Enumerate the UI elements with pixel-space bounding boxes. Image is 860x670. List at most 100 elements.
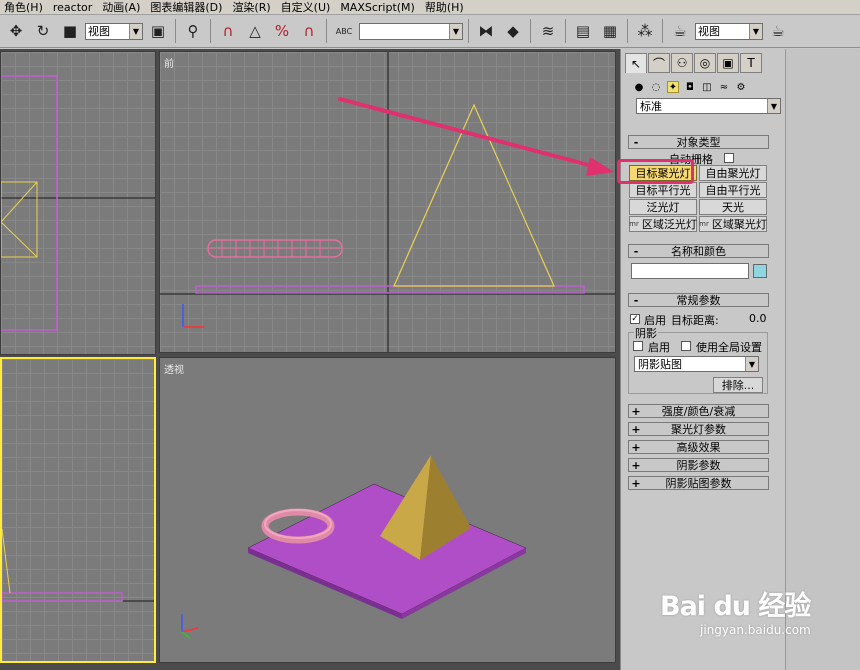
- edit-named-selection-icon[interactable]: ABC: [332, 18, 356, 44]
- rollout-spotlight-params[interactable]: + 聚光灯参数: [628, 422, 769, 436]
- chevron-down-icon: ▼: [749, 23, 762, 39]
- rotate-icon[interactable]: ↻: [31, 18, 55, 44]
- mr-badge: mr: [699, 220, 709, 228]
- render-type-select[interactable]: 视图 ▼: [695, 22, 763, 40]
- rollout-collapse-icon: -: [633, 244, 639, 258]
- rollout-collapse-icon: -: [633, 293, 639, 307]
- rollout-collapse-icon: -: [633, 135, 639, 149]
- baidu-logo: Bai du 经验: [660, 591, 811, 622]
- menu-item-character[interactable]: 角色(H): [0, 0, 49, 15]
- annotation-arrow: [338, 97, 614, 176]
- chevron-down-icon: ▼: [767, 99, 780, 113]
- mr-badge: mr: [629, 220, 639, 228]
- systems-icon[interactable]: ⚙: [735, 81, 747, 93]
- curve-editor-icon[interactable]: ▤: [571, 18, 595, 44]
- rollout-title: 常规参数: [676, 294, 721, 307]
- command-panel: ↖ ⌒ ⚇ ◎ ▣ T ● ◌ ✦ ◘ ◫ ≈ ⚙ 标准 ▼ - 对象类型 自动栅…: [620, 49, 785, 670]
- snap-3d-icon[interactable]: ∩: [216, 18, 240, 44]
- rollout-expand-icon: +: [631, 458, 641, 472]
- viewport-left-scene: [2, 528, 154, 602]
- rollout-shadow-map-params[interactable]: + 阴影贴图参数: [628, 476, 769, 490]
- pivot-icon[interactable]: ▣: [146, 18, 170, 44]
- schematic-view-icon[interactable]: ▦: [598, 18, 622, 44]
- panel-scroll-strip[interactable]: [785, 49, 860, 670]
- render-type-value: 视图: [698, 25, 720, 38]
- spinner-snap-icon[interactable]: ∩: [297, 18, 321, 44]
- menu-item-maxscript[interactable]: MAXScript(M): [336, 0, 421, 15]
- toolbar-separator: [530, 19, 531, 43]
- rollout-shadow-params[interactable]: + 阴影参数: [628, 458, 769, 472]
- button-label: 目标平行光: [635, 184, 691, 197]
- target-direct-button[interactable]: 目标平行光: [629, 182, 697, 198]
- rollout-object-type[interactable]: - 对象类型: [628, 135, 769, 149]
- named-selection-set-select[interactable]: ▼: [359, 22, 463, 40]
- cameras-icon[interactable]: ◘: [684, 81, 696, 93]
- rollout-title: 强度/颜色/衰减: [661, 405, 736, 418]
- rollout-expand-icon: +: [631, 422, 641, 436]
- free-spot-button[interactable]: 自由聚光灯: [699, 165, 767, 181]
- rollout-advanced-effects[interactable]: + 高级效果: [628, 440, 769, 454]
- rollout-general-params[interactable]: - 常规参数: [628, 293, 769, 307]
- mirror-icon[interactable]: ⧓: [474, 18, 498, 44]
- create-tab-icon[interactable]: ↖: [625, 53, 647, 73]
- display-tab-icon[interactable]: ▣: [717, 53, 739, 73]
- material-editor-icon[interactable]: ⁂: [633, 18, 657, 44]
- layer-manager-icon[interactable]: ≋: [536, 18, 560, 44]
- free-direct-button[interactable]: 自由平行光: [699, 182, 767, 198]
- viewport-perspective[interactable]: 透视: [159, 357, 616, 663]
- shadow-enable-label: 启用: [648, 341, 670, 354]
- reference-coord-value: 视图: [88, 25, 110, 38]
- baidu-watermark: Bai du 经验 jingyan.baidu.com: [660, 584, 820, 637]
- menu-item-graph-editors[interactable]: 图表编辑器(D): [146, 0, 228, 15]
- toolbar-separator: [175, 19, 176, 43]
- button-label: 泛光灯: [646, 201, 680, 214]
- auto-grid-checkbox[interactable]: [724, 153, 734, 163]
- rollout-title: 对象类型: [676, 136, 721, 149]
- shapes-icon[interactable]: ◌: [650, 81, 662, 93]
- menu-item-rendering[interactable]: 渲染(R): [228, 0, 276, 15]
- create-categories: ● ◌ ✦ ◘ ◫ ≈ ⚙: [633, 81, 785, 93]
- menu-item-reactor[interactable]: reactor: [49, 0, 98, 15]
- helpers-icon[interactable]: ◫: [701, 81, 713, 93]
- light-category-select[interactable]: 标准 ▼: [636, 98, 781, 114]
- shadow-enable-checkbox[interactable]: [633, 341, 643, 351]
- global-settings-checkbox[interactable]: [681, 341, 691, 351]
- reference-coord-select[interactable]: 视图 ▼: [85, 22, 143, 40]
- rollout-expand-icon: +: [631, 476, 641, 490]
- utilities-tab-icon[interactable]: T: [740, 53, 762, 73]
- exclude-button[interactable]: 排除...: [713, 377, 763, 393]
- scale-icon[interactable]: ■: [58, 18, 82, 44]
- geometry-icon[interactable]: ●: [633, 81, 645, 93]
- modify-tab-icon[interactable]: ⌒: [648, 53, 670, 73]
- move-icon[interactable]: ✥: [4, 18, 28, 44]
- motion-tab-icon[interactable]: ◎: [694, 53, 716, 73]
- viewport-left[interactable]: [0, 357, 156, 663]
- percent-snap-icon[interactable]: %: [270, 18, 294, 44]
- shadow-type-select[interactable]: 阴影贴图 ▼: [634, 356, 759, 372]
- mr-area-spot-button[interactable]: mr 区域聚光灯: [699, 216, 767, 232]
- spacewarps-icon[interactable]: ≈: [718, 81, 730, 93]
- lights-icon[interactable]: ✦: [667, 81, 679, 93]
- menu-item-help[interactable]: 帮助(H): [421, 0, 470, 15]
- rollout-title: 阴影贴图参数: [665, 477, 732, 490]
- object-color-swatch[interactable]: [753, 264, 767, 278]
- light-enable-checkbox[interactable]: ✓: [630, 314, 640, 324]
- global-settings-label: 使用全局设置: [696, 341, 762, 354]
- quick-render-icon[interactable]: ☕: [766, 18, 790, 44]
- mr-area-omni-button[interactable]: mr 区域泛光灯: [629, 216, 697, 232]
- rollout-name-color[interactable]: - 名称和颜色: [628, 244, 769, 258]
- render-scene-icon[interactable]: ☕: [668, 18, 692, 44]
- command-panel-tabs: ↖ ⌒ ⚇ ◎ ▣ T: [625, 53, 785, 73]
- hierarchy-tab-icon[interactable]: ⚇: [671, 53, 693, 73]
- menu-item-customize[interactable]: 自定义(U): [277, 0, 337, 15]
- shadow-type-value: 阴影贴图: [638, 358, 682, 371]
- menu-item-animation[interactable]: 动画(A): [98, 0, 146, 15]
- object-name-input[interactable]: [631, 263, 749, 279]
- rollout-title: 阴影参数: [676, 459, 721, 472]
- select-link-icon[interactable]: ⚲: [181, 18, 205, 44]
- skylight-button[interactable]: 天光: [699, 199, 767, 215]
- angle-snap-icon[interactable]: △: [243, 18, 267, 44]
- omni-button[interactable]: 泛光灯: [629, 199, 697, 215]
- align-icon[interactable]: ◆: [501, 18, 525, 44]
- rollout-intensity-color[interactable]: + 强度/颜色/衰减: [628, 404, 769, 418]
